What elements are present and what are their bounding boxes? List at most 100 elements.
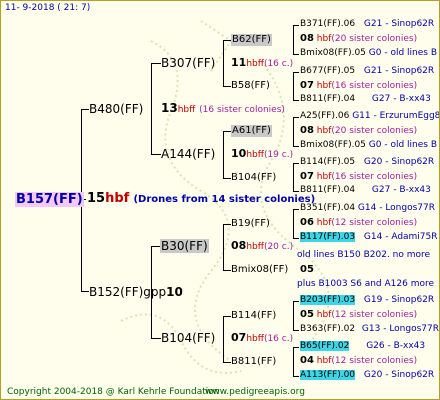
b104b-hbf: hbff [246,334,264,344]
right-gen-number: 08 [300,33,314,44]
b30-hbf: hbff [246,242,264,252]
b307-drone-info: 11hbff(16 c.) [231,56,293,71]
connector-line [223,40,224,86]
node-b307[interactable]: B307(FF) [161,56,215,70]
dam-node[interactable]: B152(FF)gpp10 [89,285,183,299]
node-bmix08[interactable]: Bmix08(FF) [231,264,288,276]
right-hbf: hbf [316,126,332,136]
connector-line [223,362,231,363]
right-ancestor[interactable]: A113(FF).00 [300,370,356,380]
connector-line [293,117,299,118]
right-row: Bmix08(FF).05 G0 - old lines B [300,140,437,151]
b30-gen-number: 08 [231,239,247,252]
dam-name: B152(FF)gpp [89,285,167,299]
right-gen-number: 07 [300,171,314,182]
note-old-lines: old lines B150 B202. no more [297,250,431,260]
right-lineage: G0 - old lines B [368,48,438,58]
right-drone-note: (16 sister colonies) [331,172,418,182]
connector-line [293,72,299,73]
connector-line [223,224,231,225]
right-ancestor[interactable]: B811(FF).04 [300,185,355,195]
right-drone-row: 07 hbf(16 sister colonies) [300,80,417,92]
connector-line [223,178,231,179]
footer-site-link[interactable]: www.pedigreeapis.org [205,387,305,398]
connector-line [293,301,294,330]
b104b-gen-number: 07 [231,331,247,344]
right-ancestor[interactable]: A25(FF).06 [300,111,349,121]
right-drone-row: 06 hbf(12 sister colonies) [300,217,417,229]
right-ancestor[interactable]: B677(FF).05 [300,66,355,76]
right-lineage: G21 - Sinop62R [363,19,435,29]
right-row: B65(FF).02 G26 - B-xx43 [300,341,425,352]
right-ancestor[interactable]: B203(FF).03 [300,295,356,305]
right-ancestor[interactable]: B117(FF).03 [300,232,356,242]
header-date: 11- 9-2018 ( 21: 7) [5,3,91,13]
right-row: B811(FF).04 G27 - B-xx43 [300,94,431,105]
right-hbf: hbf [316,172,332,182]
node-a61[interactable]: A61(FF) [231,125,272,137]
node-b104a[interactable]: B104(FF) [231,172,276,184]
node-b30[interactable]: B30(FF) [160,239,209,253]
right-hbf: hbf [316,356,332,366]
right-ancestor[interactable]: B371(FF).06 [300,19,355,29]
right-hbf: hbf [316,34,332,44]
connector-line [293,72,294,100]
right-lineage: G13 - Longos77R [361,324,439,334]
right-ancestor[interactable]: B351(FF).04 [300,203,355,213]
node-b19[interactable]: B19(FF) [231,218,270,230]
right-lineage: G14 - Adami75R [363,232,438,242]
node-b104b[interactable]: B104(FF) [161,331,215,345]
note-plus-text: plus B1003 S6 and A126 [297,279,408,289]
right-ancestor[interactable]: B65(FF).02 [300,341,350,351]
connector-line [293,163,294,191]
connector-line [293,238,299,239]
a144-drone-note: (19 c.) [263,150,294,160]
right-drone-note: (12 sister colonies) [331,218,418,228]
sire-node[interactable]: B480(FF) [89,102,143,116]
right-gen-number: 05 [300,309,314,320]
right-lineage: G27 - B-xx43 [371,185,431,195]
right-ancestor[interactable]: B811(FF).04 [300,94,355,104]
b104b-drone-note: (16 c.) [263,334,294,344]
connector-line [293,163,299,164]
right-drone-note: (20 sister colonies) [331,34,418,44]
node-b114[interactable]: B114(FF) [231,310,276,322]
b307-drone-note: (16 c.) [263,59,294,69]
connector-line [151,338,161,339]
dam-gen-number: 10 [166,285,183,299]
right-drone-note: (16 sister colonies) [331,81,418,91]
note-more: more [410,279,435,289]
pedigree-canvas: 11- 9-2018 ( 21: 7) B157(FF) 15hbf (Dron… [0,0,440,400]
right-row: B371(FF).06 G21 - Sinop62R [300,19,434,30]
note-plus-lines: plus B1003 S6 and A126 more [297,279,434,290]
connector-line [293,209,294,238]
right-ancestor[interactable]: Bmix08(FF).05 [300,140,366,150]
connector-line [293,25,299,26]
right-hbf: hbf [316,81,332,91]
right-row: A113(FF).00 G20 - Sinop62R [300,370,434,381]
sire-drone-info: 13hbff (16 sister colonies) [161,101,285,117]
connector-line [293,347,299,348]
right-lineage: G20 - Sinop62R [363,157,435,167]
connector-line [293,25,294,54]
connector-line [81,109,89,110]
right-hbf: hbf [316,218,332,228]
right-lineage: G11 - ErzurumEgg8 [352,111,440,121]
node-b811[interactable]: B811(FF) [231,356,276,368]
node-a144[interactable]: A144(FF) [161,147,215,161]
root-hbf: hbf [105,191,130,206]
right-ancestor[interactable]: Bmix08(FF).05 [300,48,366,58]
right-row: Bmix08(FF).05 G0 - old lines B [300,48,437,59]
node-b58[interactable]: B58(FF) [231,80,270,92]
right-drone-note: (12 sister colonies) [331,356,418,366]
node-b62[interactable]: B62(FF) [231,34,272,46]
right-row: B677(FF).05 G21 - Sinop62R [300,66,434,77]
right-lineage: G19 - Sinop62R [363,295,435,305]
connector-line [223,270,231,271]
right-lineage: G26 - B-xx43 [366,341,426,351]
connector-line [151,154,161,155]
right-gen-number: 05 [300,264,314,275]
root-queen[interactable]: B157(FF) [15,192,84,207]
right-ancestor[interactable]: B114(FF).05 [300,157,355,167]
right-ancestor[interactable]: B363(FF).02 [300,324,355,334]
